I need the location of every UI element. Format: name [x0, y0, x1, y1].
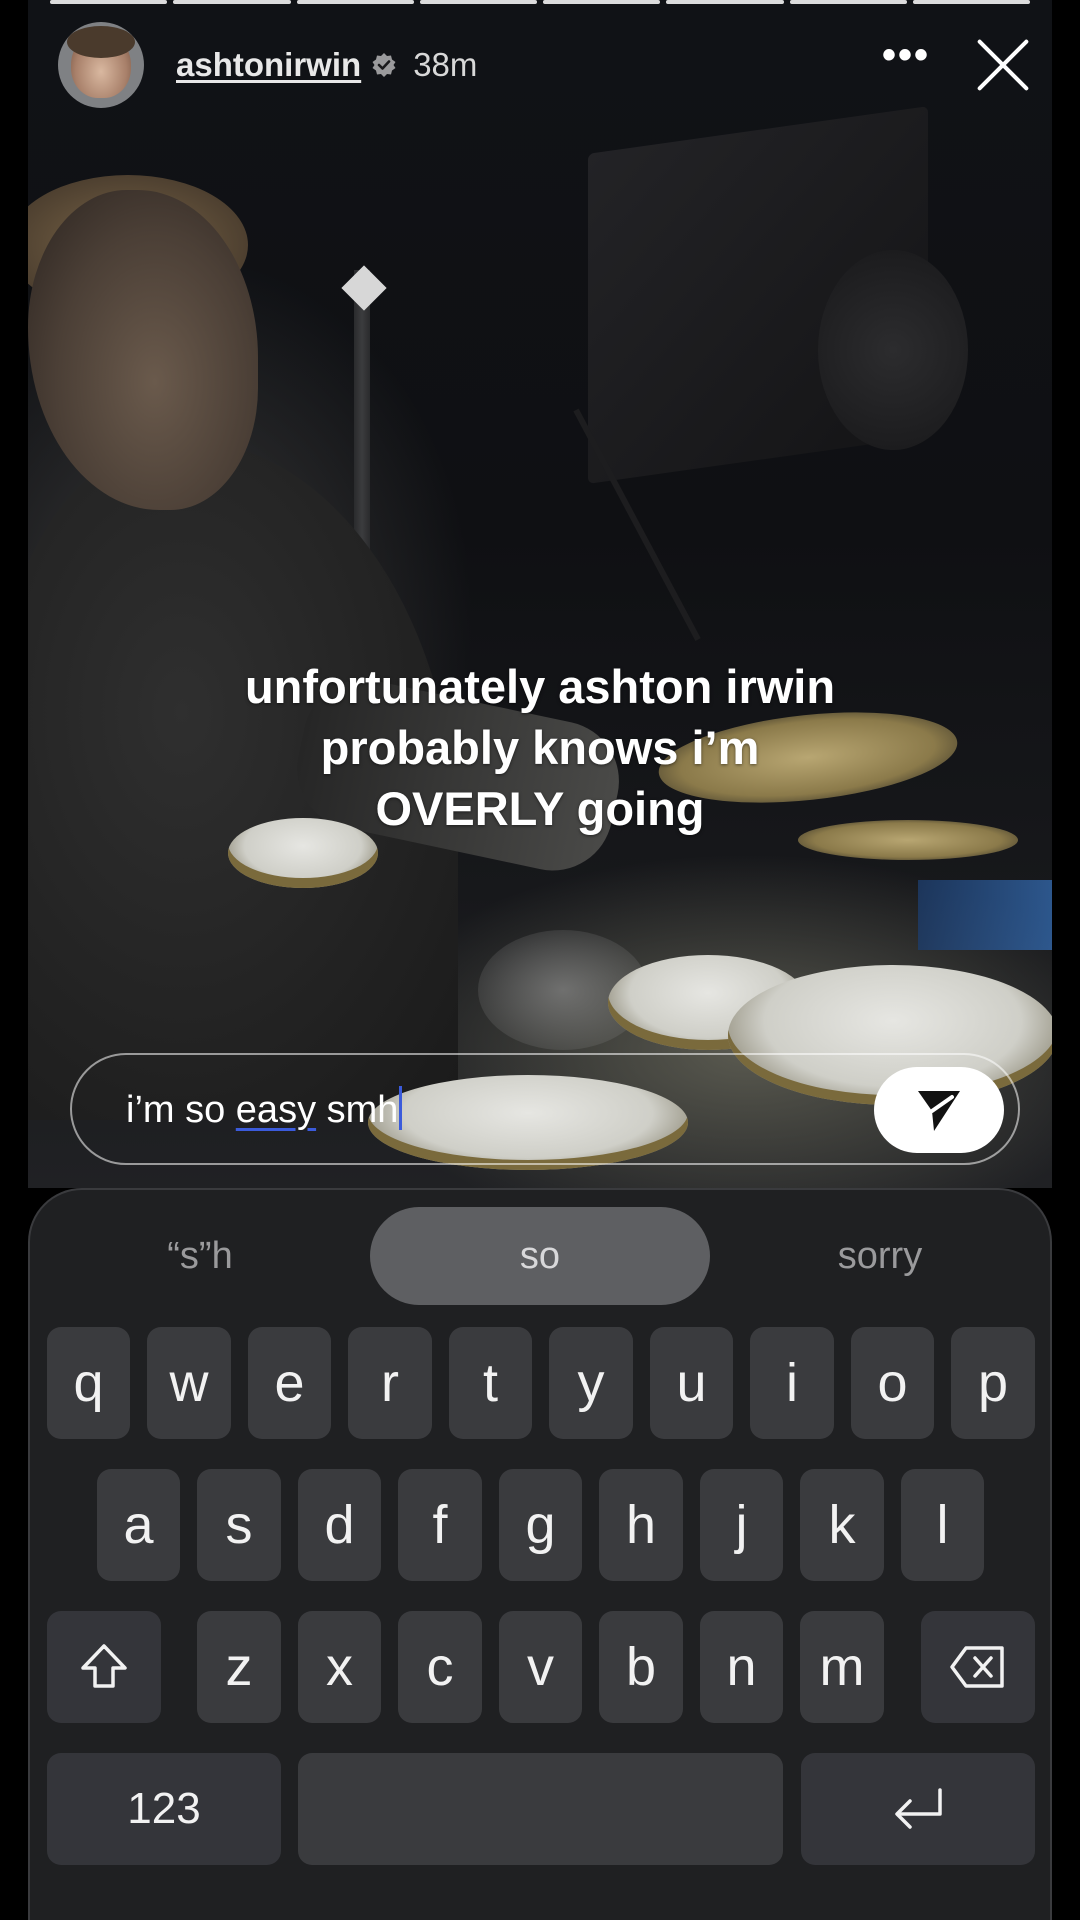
suggestion-middle[interactable]: so — [370, 1207, 710, 1305]
key-q[interactable]: q — [47, 1327, 130, 1439]
backspace-key[interactable] — [921, 1611, 1035, 1723]
suggestion-right[interactable]: sorry — [770, 1207, 990, 1305]
close-icon[interactable] — [974, 36, 1032, 94]
key-n[interactable]: n — [700, 1611, 783, 1723]
key-c[interactable]: c — [398, 1611, 482, 1723]
reply-text[interactable]: i’m so easy smh — [126, 1086, 403, 1132]
stage-light — [918, 880, 1052, 950]
story-caption: unfortunately ashton irwin probably know… — [28, 656, 1052, 839]
reply-input[interactable]: i’m so easy smh — [70, 1053, 1020, 1165]
key-v[interactable]: v — [499, 1611, 582, 1723]
key-b[interactable]: b — [599, 1611, 683, 1723]
shift-key[interactable] — [47, 1611, 161, 1723]
avatar-image — [67, 26, 135, 98]
send-button[interactable] — [874, 1067, 1004, 1153]
caption-line: probably knows i’m — [320, 721, 760, 774]
ellipsis-icon[interactable]: ••• — [882, 35, 930, 75]
key-h[interactable]: h — [599, 1469, 683, 1581]
key-t[interactable]: t — [449, 1327, 532, 1439]
suggestion-left[interactable]: “s”h — [90, 1207, 310, 1305]
key-u[interactable]: u — [650, 1327, 733, 1439]
return-key[interactable] — [801, 1753, 1035, 1865]
key-s[interactable]: s — [197, 1469, 281, 1581]
reply-text-part: smh — [316, 1089, 399, 1131]
verified-badge-icon — [371, 52, 397, 78]
on-screen-keyboard: “s”h so sorry q w e r t y u i o p a s d … — [28, 1188, 1052, 1920]
stage-speaker-cone — [818, 250, 968, 450]
story-header: ashtonirwin 38m ••• — [58, 22, 1032, 108]
story-timestamp: 38m — [413, 46, 478, 83]
misspelled-word[interactable]: easy — [236, 1089, 316, 1131]
backspace-icon — [950, 1646, 1004, 1688]
key-z[interactable]: z — [197, 1611, 281, 1723]
key-w[interactable]: w — [147, 1327, 231, 1439]
key-o[interactable]: o — [851, 1327, 934, 1439]
return-icon — [895, 1788, 942, 1829]
story-frame[interactable]: ashtonirwin 38m ••• unfortunately ashton… — [28, 0, 1052, 1188]
key-g[interactable]: g — [499, 1469, 582, 1581]
key-x[interactable]: x — [298, 1611, 381, 1723]
key-f[interactable]: f — [398, 1469, 482, 1581]
stage-truss-marker — [341, 265, 387, 311]
send-icon — [918, 1091, 960, 1131]
text-cursor — [399, 1086, 403, 1130]
numbers-key[interactable]: 123 — [47, 1753, 281, 1865]
story-progress-bar — [50, 0, 1030, 4]
key-j[interactable]: j — [700, 1469, 783, 1581]
key-i[interactable]: i — [750, 1327, 834, 1439]
space-bar[interactable] — [298, 1753, 783, 1865]
caption-line: unfortunately ashton irwin — [244, 660, 836, 713]
avatar[interactable] — [58, 22, 144, 108]
shift-arrow-icon — [81, 1644, 127, 1688]
key-e[interactable]: e — [248, 1327, 331, 1439]
key-k[interactable]: k — [800, 1469, 884, 1581]
key-r[interactable]: r — [348, 1327, 432, 1439]
key-y[interactable]: y — [549, 1327, 633, 1439]
reply-text-part: i’m so — [126, 1089, 236, 1131]
key-p[interactable]: p — [951, 1327, 1035, 1439]
suggestion-bar: “s”h so sorry — [30, 1207, 1054, 1305]
caption-line: OVERLY going — [375, 782, 705, 835]
key-d[interactable]: d — [298, 1469, 381, 1581]
username-link[interactable]: ashtonirwin — [176, 46, 361, 84]
key-m[interactable]: m — [800, 1611, 884, 1723]
key-a[interactable]: a — [97, 1469, 180, 1581]
key-l[interactable]: l — [901, 1469, 984, 1581]
